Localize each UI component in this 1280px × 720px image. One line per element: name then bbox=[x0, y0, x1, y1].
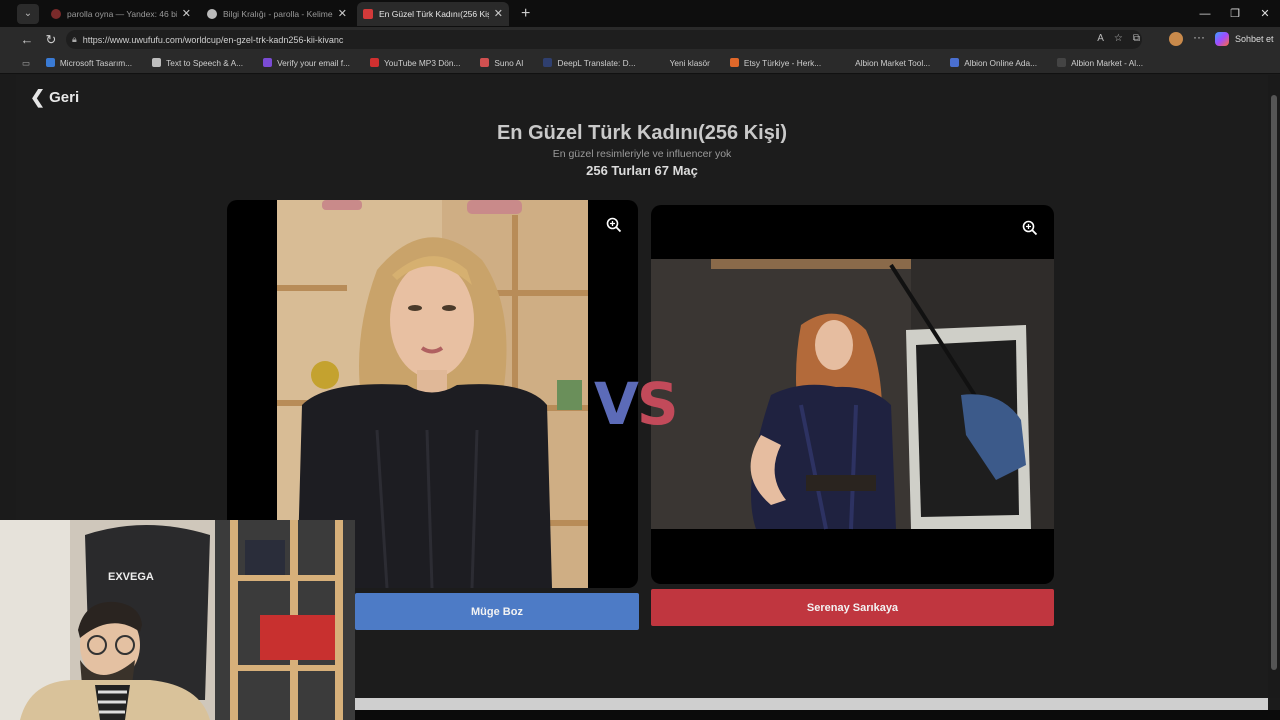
page-title: En Güzel Türk Kadını(256 Kişi) bbox=[496, 122, 788, 144]
browser-tab-2[interactable]: Bilgi Kralığı - parolla - Kelime oyunu ✕ bbox=[201, 2, 353, 26]
scrollbar-thumb[interactable] bbox=[1271, 95, 1277, 670]
webcam-feed-image: EXVEGA bbox=[0, 520, 355, 720]
site-favicon-icon bbox=[207, 8, 217, 19]
bookmark-item[interactable]: Yeni klasör bbox=[655, 57, 710, 68]
candidate-right-card[interactable] bbox=[651, 205, 1054, 584]
bookmark-favicon-icon bbox=[950, 58, 960, 67]
bookmark-label: Suno AI bbox=[494, 57, 524, 68]
bookmark-favicon-icon bbox=[841, 58, 851, 67]
bookmark-label: Microsoft Tasarım... bbox=[59, 57, 133, 68]
zoom-in-icon[interactable] bbox=[1021, 219, 1039, 237]
bookmark-favicon-icon bbox=[152, 58, 162, 67]
back-link[interactable]: ❮ Geri bbox=[30, 87, 79, 108]
bookmark-item[interactable]: Albion Market Tool... bbox=[841, 58, 930, 68]
bookmark-label: Etsy Türkiye - Herk... bbox=[743, 57, 822, 68]
new-tab-plus-icon[interactable]: + bbox=[521, 5, 530, 23]
bookmark-label: YouTube MP3 Dön... bbox=[383, 57, 461, 68]
uwufufu-favicon-icon bbox=[363, 8, 373, 19]
taskbar-strip bbox=[355, 710, 1280, 720]
url-field[interactable]: 🔒︎ https://www.uwufufu.com/worldcup/en-g… bbox=[66, 30, 1142, 49]
versus-s: S bbox=[636, 370, 679, 438]
bookmark-item[interactable]: Microsoft Tasarım... bbox=[45, 57, 133, 68]
copilot-icon bbox=[1215, 32, 1229, 46]
tab-title: En Güzel Türk Kadını(256 Kişi) | Uwufufu bbox=[379, 8, 489, 19]
bookmark-label: Albion Market Tool... bbox=[855, 57, 931, 68]
bookmark-item[interactable]: Text to Speech & A... bbox=[152, 58, 243, 68]
tab-actions-menu-button[interactable]: ⌄ bbox=[17, 3, 39, 24]
bookmark-favicon-icon bbox=[543, 58, 553, 67]
more-menu-icon[interactable]: ··· bbox=[1193, 30, 1205, 44]
right-candidate-name: Serenay Sarıkaya bbox=[806, 601, 899, 614]
bookmark-favicon-icon bbox=[45, 58, 55, 67]
tab-title: parolla oyna — Yandex: 46 bin sonuç bbox=[67, 8, 177, 19]
select-right-candidate-button[interactable]: Serenay Sarıkaya bbox=[651, 589, 1054, 626]
bookmark-item[interactable]: Suno AI bbox=[480, 58, 523, 68]
versus-label: VS bbox=[594, 370, 679, 438]
round-info: 256 Turları 67 Maç bbox=[586, 163, 698, 178]
close-tab-icon[interactable]: ✕ bbox=[494, 7, 503, 20]
versus-v: V bbox=[594, 370, 639, 438]
close-window-icon[interactable]: ✕ bbox=[1250, 0, 1280, 27]
read-aloud-icon[interactable]: A bbox=[1097, 33, 1104, 44]
bookmark-item[interactable]: DeepL Translate: D... bbox=[543, 57, 636, 68]
zoom-in-icon[interactable] bbox=[605, 216, 623, 234]
bookmarks-toggle-icon[interactable]: ▭ bbox=[22, 58, 30, 68]
reload-icon[interactable]: ↻ bbox=[39, 32, 63, 48]
bookmark-favicon-icon bbox=[263, 58, 273, 67]
chevron-left-icon: ❮ bbox=[30, 87, 46, 107]
copilot-chat-button[interactable]: Sohbet et bbox=[1215, 32, 1274, 46]
webcam-overlay: EXVEGA bbox=[0, 520, 355, 720]
site-info-icon[interactable]: 🔒︎ bbox=[72, 34, 77, 45]
horizontal-scrollbar[interactable] bbox=[355, 698, 1268, 710]
candidate-right-photo[interactable] bbox=[651, 205, 1054, 584]
select-left-candidate-button[interactable]: Müge Boz bbox=[355, 593, 639, 630]
bookmark-item[interactable]: Albion Online Ada... bbox=[950, 58, 1037, 68]
left-candidate-name: Müge Boz bbox=[471, 605, 523, 618]
bookmark-label: Verify your email f... bbox=[277, 57, 350, 68]
minimize-icon[interactable]: — bbox=[1190, 0, 1220, 27]
page-subtitle: En güzel resimleriyle ve influencer yok bbox=[552, 148, 732, 160]
bookmark-favicon-icon bbox=[655, 58, 665, 67]
bookmark-label: Yeni klasör bbox=[669, 57, 710, 68]
extensions-icon[interactable]: ⧉ bbox=[1133, 33, 1140, 44]
bookmarks-bar: ▭ Microsoft Tasarım... Text to Speech & A… bbox=[0, 52, 1280, 74]
restore-icon[interactable]: ❐ bbox=[1220, 0, 1250, 27]
back-label: Geri bbox=[49, 89, 80, 106]
window-controls: — ❐ ✕ bbox=[1190, 0, 1280, 27]
chair-brand-text: EXVEGA bbox=[108, 571, 154, 583]
yandex-favicon-icon bbox=[51, 8, 61, 19]
browser-tab-1[interactable]: parolla oyna — Yandex: 46 bin sonuç ✕ bbox=[45, 2, 197, 26]
copilot-label: Sohbet et bbox=[1235, 34, 1274, 44]
url-text: https://www.uwufufu.com/worldcup/en-gzel… bbox=[82, 34, 344, 45]
bookmark-favicon-icon bbox=[1057, 58, 1067, 67]
bookmark-label: Albion Online Ada... bbox=[964, 57, 1038, 68]
bookmark-label: DeepL Translate: D... bbox=[557, 57, 636, 68]
back-arrow-icon[interactable]: ← bbox=[15, 32, 39, 47]
bookmark-label: Albion Market - Al... bbox=[1071, 57, 1144, 68]
url-action-icons: A ☆ ⧉ bbox=[1097, 33, 1140, 44]
bookmark-label: Text to Speech & A... bbox=[166, 57, 244, 68]
close-tab-icon[interactable]: ✕ bbox=[182, 7, 191, 20]
bookmark-item[interactable]: Albion Market - Al... bbox=[1057, 58, 1143, 68]
bookmark-favicon-icon bbox=[369, 58, 379, 67]
bookmark-item[interactable]: Etsy Türkiye - Herk... bbox=[729, 57, 822, 68]
profile-avatar[interactable] bbox=[1169, 32, 1183, 46]
close-tab-icon[interactable]: ✕ bbox=[338, 7, 347, 20]
bookmark-item[interactable]: YouTube MP3 Dön... bbox=[369, 57, 461, 68]
browser-tab-3-active[interactable]: En Güzel Türk Kadını(256 Kişi) | Uwufufu… bbox=[357, 1, 509, 26]
bookmark-favicon-icon bbox=[480, 58, 490, 67]
bookmark-favicon-icon bbox=[729, 58, 739, 67]
tab-bar: ⌄ parolla oyna — Yandex: 46 bin sonuç ✕ … bbox=[0, 0, 1280, 27]
favorite-star-icon[interactable]: ☆ bbox=[1114, 33, 1123, 44]
tab-title: Bilgi Kralığı - parolla - Kelime oyunu bbox=[223, 8, 333, 19]
address-toolbar: ← ↻ 🔒︎ https://www.uwufufu.com/worldcup/… bbox=[0, 27, 1280, 52]
bookmark-item[interactable]: Verify your email f... bbox=[263, 58, 350, 68]
